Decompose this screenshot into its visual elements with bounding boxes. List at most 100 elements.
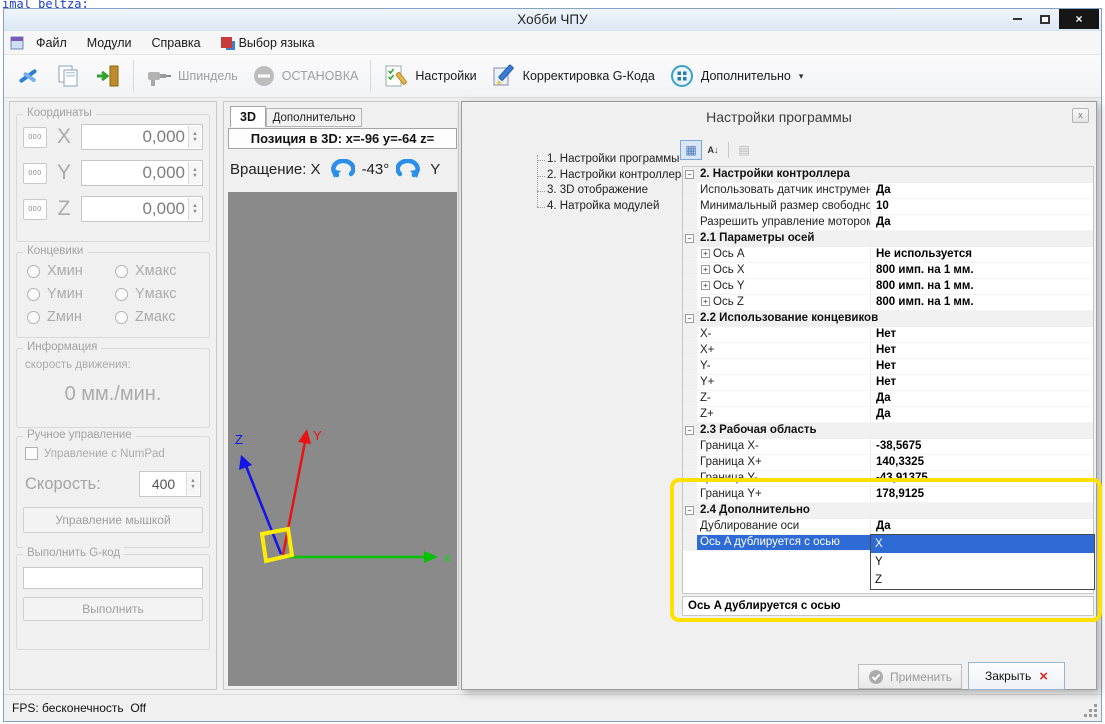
more-button[interactable]: Дополнительно ▾ — [662, 60, 811, 92]
tree-item-controller[interactable]: 2. Настройки контроллера — [536, 168, 688, 184]
rotate-ccw-icon[interactable] — [328, 159, 355, 179]
exit-door-icon — [97, 65, 119, 87]
grid-category-row[interactable]: −2.1 Параметры осей — [683, 231, 1093, 247]
grid-property-row[interactable]: X- Нет — [683, 327, 1093, 343]
gcode-correction-label: Корректировка G-Кода — [522, 69, 655, 83]
speed-input[interactable]: 400 ▲ ▼ — [139, 471, 201, 497]
dropdown-option-z[interactable]: Z — [871, 571, 1094, 589]
property-value: 800 имп. на 1 мм. — [876, 280, 974, 292]
grid-property-row[interactable]: Разрешить управление мотором Да — [683, 215, 1093, 231]
mouse-control-button[interactable]: Управление мышкой — [23, 507, 203, 533]
numpad-checkbox[interactable] — [25, 447, 38, 460]
collapse-icon[interactable]: − — [685, 234, 694, 243]
tree-item-program[interactable]: 1. Настройки программы — [536, 152, 686, 168]
menu-item-file[interactable]: Файл — [26, 33, 77, 53]
property-label: Y- — [697, 359, 871, 374]
categorized-button[interactable]: ▦ — [680, 140, 702, 160]
settings-button[interactable]: Настройки — [376, 60, 483, 92]
exit-button[interactable] — [88, 60, 128, 92]
connect-icon — [19, 69, 37, 83]
expand-icon[interactable]: + — [701, 297, 710, 306]
window-controls: × — [1003, 9, 1099, 29]
collapse-icon[interactable]: − — [685, 170, 694, 179]
grid-category-row[interactable]: −2.4 Дополнительно — [683, 503, 1093, 519]
tab-additional[interactable]: Дополнительно — [266, 108, 362, 127]
grid-property-row[interactable]: X+ Нет — [683, 343, 1093, 359]
speed-spinner[interactable]: ▲ ▼ — [186, 473, 199, 495]
grid-property-row[interactable]: Использовать датчик инструмент Да — [683, 183, 1093, 199]
spinner-down-icon: ▼ — [192, 137, 198, 143]
grid-property-row[interactable]: + Ось X 800 имп. на 1 мм. — [683, 263, 1093, 279]
expand-icon[interactable]: + — [701, 265, 710, 274]
alphabetical-button[interactable]: A↓ — [702, 140, 724, 160]
close-button[interactable]: × — [1059, 9, 1099, 29]
rotate-cw-icon[interactable] — [396, 159, 423, 179]
grid-property-row[interactable]: Граница X+ 140,3325 — [683, 455, 1093, 471]
gcode-correction-button[interactable]: Корректировка G-Кода — [484, 60, 662, 92]
grid-property-row[interactable]: Граница Y- -43,91375 — [683, 471, 1093, 487]
grid-property-row[interactable]: + Ось Y 800 имп. на 1 мм. — [683, 279, 1093, 295]
row-gutter — [683, 295, 697, 310]
tree-item-modules[interactable]: 4. Натройка модулей — [536, 199, 686, 215]
property-value: Не используется — [876, 248, 972, 260]
menu-item-language[interactable]: Выбор языка — [211, 33, 325, 53]
coordinate-input-z[interactable]: 0,000 ▲ ▼ — [81, 196, 203, 222]
collapse-icon[interactable]: − — [685, 426, 694, 435]
coordinate-spinner-z[interactable]: ▲ ▼ — [188, 198, 201, 220]
grid-property-row[interactable]: Дублирование оси Да — [683, 519, 1093, 535]
grid-category-row[interactable]: −2. Настройки контроллера — [683, 167, 1093, 183]
property-label: Z- — [697, 391, 871, 406]
reset-z-button[interactable]: 000 — [23, 198, 47, 220]
grid-property-row[interactable]: + Ось Z 800 имп. на 1 мм. — [683, 295, 1093, 311]
coordinate-spinner-x[interactable]: ▲ ▼ — [188, 126, 201, 148]
tab-3d[interactable]: 3D — [230, 106, 266, 127]
run-gcode-button[interactable]: Выполнить — [23, 597, 203, 621]
expand-icon[interactable]: + — [701, 249, 710, 258]
chevron-down-icon: ▾ — [798, 70, 804, 81]
tree-item-display-3d[interactable]: 3. 3D отображение — [536, 183, 686, 199]
reset-x-button[interactable]: 000 — [23, 126, 47, 148]
grid-property-row[interactable]: Y- Нет — [683, 359, 1093, 375]
stop-button[interactable]: ОСТАНОВКА — [245, 61, 366, 91]
menu-item-help[interactable]: Справка — [142, 33, 211, 53]
reset-y-button[interactable]: 000 — [23, 162, 47, 184]
property-value: Да — [876, 392, 891, 404]
dropdown-option-y[interactable]: Y — [871, 553, 1094, 571]
numpad-checkbox-label: Управление с NumPad — [44, 447, 165, 460]
grid-property-row[interactable]: + Ось A Не используется — [683, 247, 1093, 263]
gcode-input[interactable] — [23, 567, 203, 589]
settings-label: Настройки — [415, 69, 477, 83]
grid-category-row[interactable]: −2.3 Рабочая область — [683, 423, 1093, 439]
3d-viewport[interactable]: x Y Z — [228, 192, 457, 686]
grid-property-row[interactable]: Y+ Нет — [683, 375, 1093, 391]
new-file-button[interactable] — [48, 60, 88, 92]
collapse-icon[interactable]: − — [685, 506, 694, 515]
row-gutter — [683, 535, 697, 550]
row-gutter — [683, 391, 697, 406]
property-pages-button[interactable]: ▤ — [733, 140, 755, 160]
dialog-close-button[interactable]: x — [1072, 108, 1089, 123]
grid-category-row[interactable]: −2.2 Использование концевиков — [683, 311, 1093, 327]
grid-property-row[interactable]: Z- Да — [683, 391, 1093, 407]
red-x-icon: × — [1039, 667, 1048, 685]
coordinate-input-y[interactable]: 0,000 ▲ ▼ — [81, 160, 203, 186]
grid-property-row[interactable]: Z+ Да — [683, 407, 1093, 423]
grid-property-row[interactable]: Граница Y+ 178,9125 — [683, 487, 1093, 503]
limit-x-min-indicator — [27, 264, 40, 278]
coordinate-rows: 000 X 0,000 ▲ ▼ 000 Y 0,000 ▲ ▼ 000 Z 0,000 ▲ ▼ — [17, 123, 209, 223]
apply-button[interactable]: Применить — [858, 664, 962, 689]
collapse-icon[interactable]: − — [685, 314, 694, 323]
coordinate-spinner-y[interactable]: ▲ ▼ — [188, 162, 201, 184]
minimize-button[interactable] — [1003, 9, 1031, 29]
menu-item-modules[interactable]: Модули — [77, 33, 142, 53]
maximize-button[interactable] — [1031, 9, 1059, 29]
grid-property-row[interactable]: Граница X- -38,5675 — [683, 439, 1093, 455]
close-dialog-button[interactable]: Закрыть × — [968, 662, 1065, 690]
resize-grip[interactable] — [1094, 714, 1097, 717]
dropdown-option-x[interactable]: X — [871, 535, 1094, 553]
expand-icon[interactable]: + — [701, 281, 710, 290]
grid-property-row[interactable]: Минимальный размер свободног 10 — [683, 199, 1093, 215]
coordinate-input-x[interactable]: 0,000 ▲ ▼ — [81, 124, 203, 150]
connect-button[interactable] — [8, 60, 48, 92]
spindle-button[interactable]: Шпиндель — [139, 61, 245, 91]
